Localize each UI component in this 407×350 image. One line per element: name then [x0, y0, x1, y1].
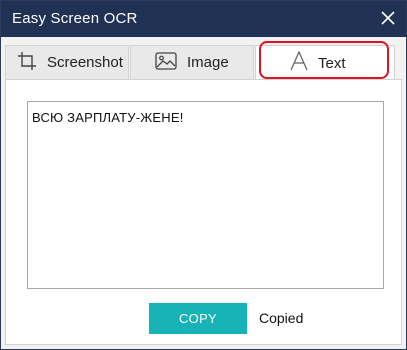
tab-image-label: Image: [187, 54, 229, 71]
copy-status: Copied: [259, 310, 304, 326]
close-icon: [374, 11, 402, 25]
ocr-text-area[interactable]: ВСЮ ЗАРПЛАТУ-ЖЕНЕ!: [27, 101, 384, 289]
tab-screenshot-label: Screenshot: [47, 54, 123, 71]
tab-image[interactable]: Image: [130, 45, 254, 79]
window-title: Easy Screen OCR: [12, 10, 138, 27]
tab-text[interactable]: Text: [255, 45, 395, 80]
crop-icon: [17, 51, 37, 75]
title-bar: Easy Screen OCR: [1, 1, 406, 37]
copy-button[interactable]: COPY: [149, 303, 247, 334]
tab-bar: Screenshot Image Text: [1, 37, 406, 80]
close-button[interactable]: [374, 5, 402, 33]
image-icon: [155, 51, 177, 74]
tab-screenshot[interactable]: Screenshot: [5, 45, 129, 79]
tab-text-label: Text: [318, 54, 346, 72]
text-panel: ВСЮ ЗАРПЛАТУ-ЖЕНЕ! COPY Copied: [5, 79, 402, 345]
text-icon: [290, 50, 308, 75]
app-window: Easy Screen OCR Screenshot Image Text ВС…: [0, 0, 407, 350]
